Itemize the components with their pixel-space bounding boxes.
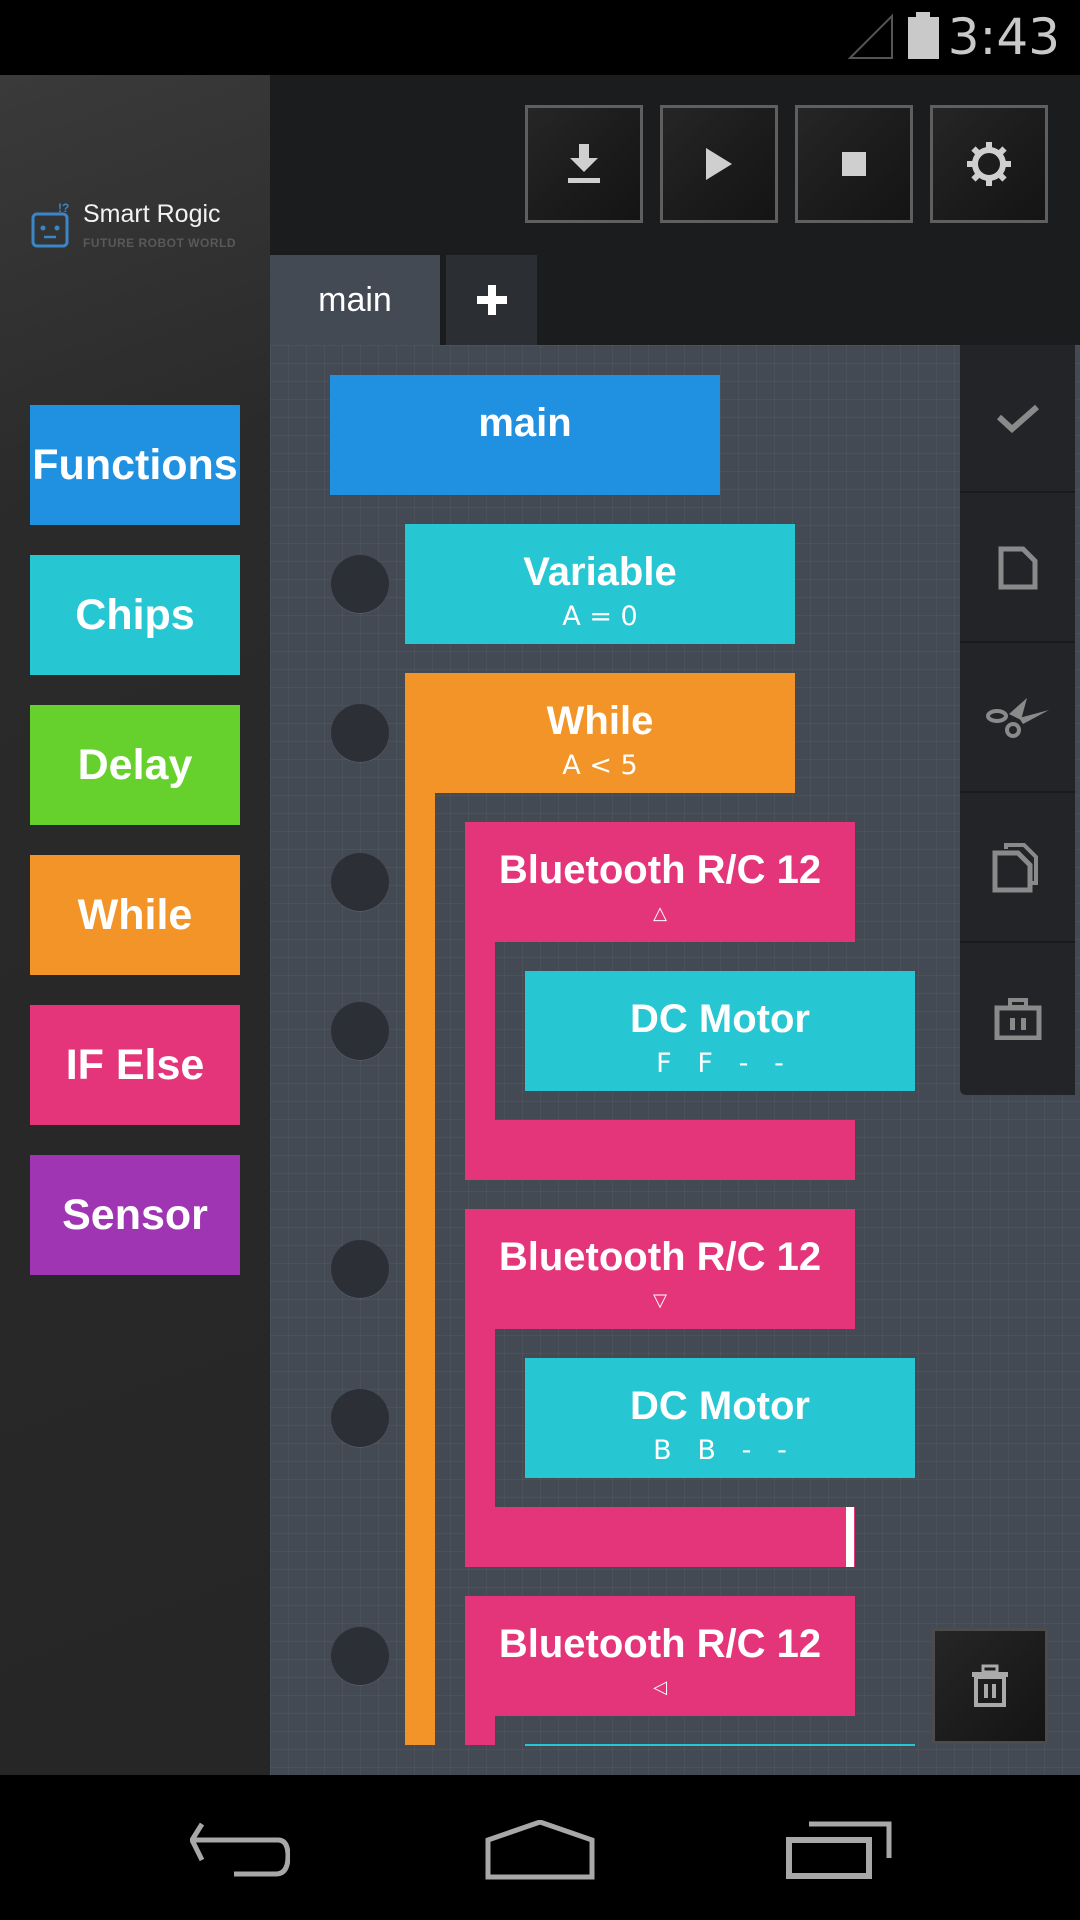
block-params: A = 0 [562, 601, 638, 632]
status-bar: 3:43 [0, 0, 1080, 75]
bluetooth-block-body-bar [465, 1716, 495, 1745]
download-icon [568, 144, 600, 183]
bluetooth-rc-block[interactable]: Bluetooth R/C 12 △ [465, 822, 855, 942]
bluetooth-rc-block[interactable]: Bluetooth R/C 12 ◁ [465, 1596, 855, 1716]
home-icon [485, 1820, 595, 1880]
dc-motor-block[interactable]: DC Motor B B - - [525, 1358, 915, 1478]
delete-button[interactable] [960, 945, 1075, 1093]
play-icon [706, 148, 732, 180]
new-button[interactable] [960, 495, 1075, 643]
copy-button[interactable] [960, 795, 1075, 943]
logo-title: Smart Rogic [83, 200, 221, 228]
cut-button[interactable] [960, 645, 1075, 793]
add-tab-button[interactable] [446, 255, 537, 345]
while-block[interactable]: While A < 5 [405, 673, 795, 793]
category-sensor[interactable]: Sensor [30, 1155, 240, 1275]
trash-icon [972, 1664, 1008, 1707]
bluetooth-block-footer [465, 1120, 855, 1180]
category-chips[interactable]: Chips [30, 555, 240, 675]
stop-button[interactable] [795, 105, 913, 223]
recents-button[interactable] [780, 1815, 900, 1885]
logo-subtitle: FUTURE ROBOT WORLD [83, 236, 236, 250]
cut-icon [985, 698, 1049, 738]
new-file-icon [998, 546, 1037, 590]
category-if-else[interactable]: IF Else [30, 1005, 240, 1125]
settings-button[interactable] [930, 105, 1048, 223]
bluetooth-block-footer [465, 1507, 855, 1567]
bluetooth-rc-block[interactable]: Bluetooth R/C 12 ▽ [465, 1209, 855, 1329]
block-params: A < 5 [562, 750, 638, 781]
trash-drop-zone[interactable] [932, 1628, 1048, 1744]
plus-icon [476, 285, 507, 315]
block-title: Bluetooth R/C 12 [498, 1622, 822, 1666]
bluetooth-block-body-bar [465, 942, 495, 1120]
text-cursor [846, 1507, 854, 1567]
svg-text:!?: !? [58, 201, 69, 215]
breakpoint-knob[interactable] [331, 1002, 389, 1060]
battery-icon [908, 12, 939, 59]
while-block-body-bar [405, 793, 435, 1745]
block-params: △ [653, 903, 667, 924]
dc-motor-block-edge [525, 1744, 915, 1746]
block-params: B B - - [653, 1435, 787, 1466]
block-params: ▽ [653, 1290, 667, 1311]
confirm-button[interactable] [960, 345, 1075, 493]
breakpoint-knob[interactable] [331, 555, 389, 613]
block-title: DC Motor [630, 997, 810, 1041]
back-button[interactable] [180, 1815, 300, 1885]
block-title: Variable [523, 550, 677, 594]
back-icon [190, 1822, 290, 1877]
category-delay[interactable]: Delay [30, 705, 240, 825]
block-title: main [478, 401, 572, 445]
breakpoint-knob[interactable] [331, 1627, 389, 1685]
clock: 3:43 [947, 8, 1060, 66]
block-params: ◁ [653, 1677, 667, 1698]
play-button[interactable] [660, 105, 778, 223]
delete-icon [994, 998, 1041, 1040]
check-icon [996, 404, 1039, 433]
dc-motor-block[interactable]: DC Motor F F - - [525, 971, 915, 1091]
breakpoint-knob[interactable] [331, 1240, 389, 1298]
copy-icon [992, 843, 1038, 893]
block-params: F F - - [656, 1048, 784, 1079]
signal-icon [848, 13, 893, 59]
bluetooth-block-body-bar [465, 1329, 495, 1507]
breakpoint-knob[interactable] [331, 853, 389, 911]
settings-icon [967, 142, 1011, 186]
stop-icon [842, 152, 866, 176]
variable-block[interactable]: Variable A = 0 [405, 524, 795, 644]
breakpoint-knob[interactable] [331, 704, 389, 762]
block-title: Bluetooth R/C 12 [498, 848, 822, 892]
recents-icon [786, 1821, 892, 1879]
block-title: DC Motor [630, 1384, 810, 1428]
download-button[interactable] [525, 105, 643, 223]
block-title: While [546, 699, 654, 743]
category-functions[interactable]: Functions [30, 405, 240, 525]
home-button[interactable] [480, 1815, 600, 1885]
robot-logo-icon: !? [31, 201, 69, 248]
tab-main[interactable]: main [270, 255, 440, 345]
category-while[interactable]: While [30, 855, 240, 975]
block-title: Bluetooth R/C 12 [498, 1235, 822, 1279]
breakpoint-knob[interactable] [331, 1389, 389, 1447]
main-function-block[interactable]: main [330, 375, 720, 495]
edit-actions-panel [960, 345, 1075, 1095]
